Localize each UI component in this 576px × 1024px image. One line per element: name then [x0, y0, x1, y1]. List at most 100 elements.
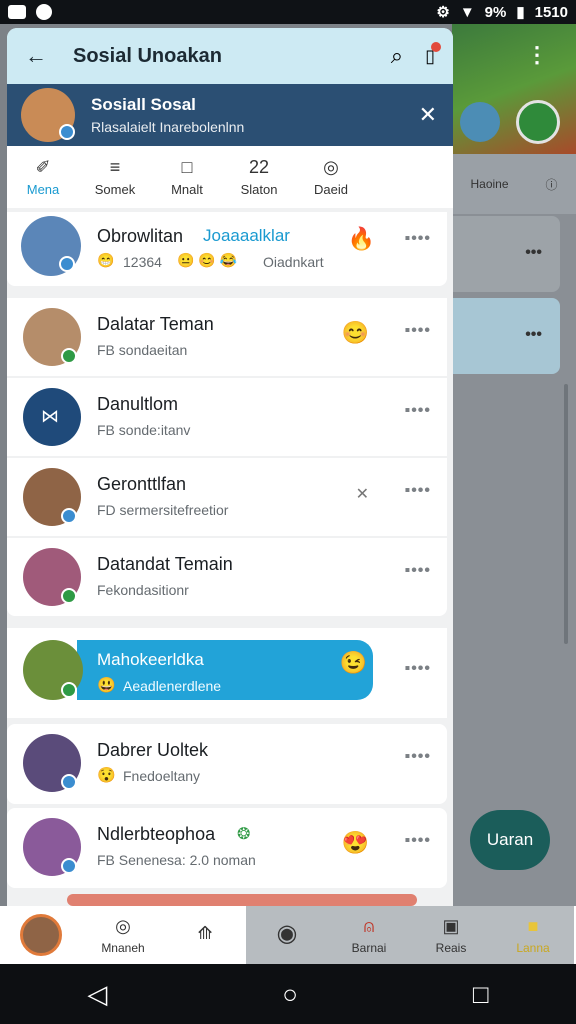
- status-badge: [61, 508, 77, 524]
- tab-label: Mnalt: [171, 182, 203, 197]
- notification-bell-icon[interactable]: ▯: [425, 41, 441, 67]
- mute-icon[interactable]: ✕: [356, 484, 369, 504]
- more-dots-icon[interactable]: •••: [525, 244, 542, 262]
- smile-emoji-icon: 😊: [341, 320, 369, 345]
- contact-name: Danultlom: [97, 394, 179, 414]
- tab-slaton[interactable]: 22 Slaton: [223, 146, 295, 208]
- avatar: [20, 914, 62, 956]
- contact-subtitle: Aeadlenerdlene: [123, 678, 222, 694]
- reels-icon: ▣: [442, 915, 460, 936]
- more-icon[interactable]: ▪•••: [405, 482, 431, 500]
- tab-icon: ✐: [35, 157, 51, 177]
- nav-label: Reais: [435, 940, 467, 955]
- compose-fab[interactable]: Uaran: [470, 810, 550, 870]
- list-item[interactable]: Datandat Temain Fekondasitionr ▪•••: [7, 538, 447, 616]
- more-icon[interactable]: ▪•••: [405, 322, 431, 340]
- status-icon: ◉: [276, 919, 298, 947]
- nav-share[interactable]: ⟰: [164, 906, 246, 964]
- nav-lanna[interactable]: ■ Lanna: [492, 906, 574, 964]
- tab-label: Daeid: [314, 182, 348, 197]
- status-badge: [61, 774, 77, 790]
- contact-subtitle: FB Senenesa: 2.0 noman: [97, 852, 256, 868]
- banner-subtitle: Rlasalaielt Inarebolenlnn: [91, 119, 245, 135]
- recents-square-icon[interactable]: □: [473, 979, 489, 1010]
- info-icon[interactable]: ⓘ: [545, 176, 557, 193]
- share-icon: ⟰: [197, 922, 213, 943]
- background-fab-left[interactable]: [460, 102, 500, 142]
- scrollbar[interactable]: [564, 384, 568, 644]
- tab-icon: 22: [248, 157, 270, 177]
- background-app: ⋮ Haoine ⓘ ••• ••• Uaran: [452, 24, 576, 906]
- more-icon[interactable]: ▪•••: [405, 832, 431, 850]
- list-item[interactable]: Obrowlitan Joaaaalklar 😁 12364 😐 😊 😂 Oia…: [7, 212, 447, 286]
- back-triangle-icon[interactable]: ◁: [87, 979, 107, 1010]
- tab-mena[interactable]: ✐ Mena: [7, 146, 79, 208]
- battery-icon: ▮: [516, 4, 525, 21]
- contact-subtitle: Fekondasitionr: [97, 582, 189, 598]
- nav-mnaneh[interactable]: ◎ Mnaneh: [82, 906, 164, 964]
- list-item[interactable]: Dabrer Uoltek 😯 Fnedoeltany ▪•••: [7, 724, 447, 804]
- contact-tag: Joaaaalklar: [203, 226, 290, 245]
- status-badge: [61, 858, 77, 874]
- top-app-bar: ← Sosial Unoakan ⌕ ▯: [7, 28, 453, 84]
- tab-mnalt[interactable]: □ Mnalt: [151, 146, 223, 208]
- status-badge: [59, 124, 75, 140]
- compose-fab-label: Uaran: [486, 830, 534, 849]
- promo-banner[interactable]: Sosiall Sosal Rlasalaielt Inarebolenlnn …: [7, 84, 453, 146]
- notification-icon: [8, 5, 26, 19]
- more-icon[interactable]: ▪•••: [405, 230, 431, 248]
- tab-icon: □: [181, 157, 193, 177]
- search-icon[interactable]: ⌕: [391, 43, 403, 69]
- system-navigation-bar: ◁ ○ □: [0, 964, 576, 1024]
- more-dots-icon[interactable]: •••: [525, 326, 542, 344]
- peek-row: [67, 894, 417, 906]
- settings-icon: ⚙: [436, 4, 450, 21]
- emoji-icon: 😯: [97, 767, 116, 784]
- status-badge: [59, 256, 75, 272]
- contact-subtitle: Fnedoeltany: [123, 768, 201, 784]
- tab-somek[interactable]: ≡ Somek: [79, 146, 151, 208]
- more-icon[interactable]: ▪•••: [405, 402, 431, 420]
- nav-label: Barnai: [351, 940, 387, 955]
- nav-barnai[interactable]: ⍝ Barnai: [328, 906, 410, 964]
- more-icon[interactable]: ⋮: [526, 42, 548, 68]
- contact-subtitle-extra: Oiadnkart: [263, 254, 324, 270]
- background-tabs: Haoine ⓘ: [452, 154, 576, 214]
- back-arrow-icon[interactable]: ←: [25, 43, 47, 69]
- clock: 1510: [534, 3, 568, 21]
- status-bar: ⚙ ▼ 9% ▮ 1510: [0, 0, 576, 24]
- chat-icon: ◎: [115, 915, 131, 936]
- background-tab[interactable]: Haoine: [470, 177, 508, 191]
- contact-name: Ndlerbteophoa: [97, 824, 216, 844]
- list-item-selected[interactable]: Mahokeerldka 😃 Aeadlenerdlene 😉 ▪•••: [7, 628, 447, 718]
- tab-label: Somek: [94, 182, 136, 197]
- emoji-icon: 😃: [97, 677, 116, 694]
- list-item[interactable]: Geronttlfan FD sermersitefreetior ✕ ▪•••: [7, 458, 447, 536]
- background-fab-right[interactable]: [516, 100, 560, 144]
- verified-icon: ❂: [237, 826, 251, 843]
- contact-name: Datandat Temain: [97, 554, 233, 574]
- more-icon[interactable]: ▪•••: [405, 660, 431, 678]
- more-icon[interactable]: ▪•••: [405, 748, 431, 766]
- close-icon[interactable]: ✕: [419, 102, 437, 128]
- banner-title: Sosiall Sosal: [91, 95, 196, 114]
- emoji-icon: 😁: [97, 252, 115, 268]
- contact-name: Dalatar Teman: [97, 314, 214, 334]
- nav-reais[interactable]: ▣ Reais: [410, 906, 492, 964]
- list-item[interactable]: Dalatar Teman FB sondaeitan 😊 ▪•••: [7, 298, 447, 376]
- contact-name: Geronttlfan: [97, 474, 187, 494]
- category-tabs: ✐ Mena ≡ Somek □ Mnalt 22 Slaton ◎ Daeid: [7, 146, 453, 208]
- nav-profile[interactable]: [0, 906, 82, 964]
- person-icon: ⍝: [363, 915, 375, 936]
- nav-label: Mnaneh: [101, 940, 145, 955]
- list-item[interactable]: ⋈ Danultlom FB sonde:itanv ▪•••: [7, 378, 447, 456]
- tab-label: Mena: [26, 182, 60, 197]
- home-circle-icon[interactable]: ○: [282, 979, 298, 1010]
- tab-label: Slaton: [240, 182, 278, 197]
- app-notification-icon: [36, 4, 52, 20]
- list-item[interactable]: Ndlerbteophoa ❂ FB Senenesa: 2.0 noman 😍…: [7, 808, 447, 888]
- contact-subtitle: FB sonde:itanv: [97, 422, 191, 438]
- tab-daeid[interactable]: ◎ Daeid: [295, 146, 367, 208]
- more-icon[interactable]: ▪•••: [405, 562, 431, 580]
- nav-status[interactable]: ◉: [246, 906, 328, 964]
